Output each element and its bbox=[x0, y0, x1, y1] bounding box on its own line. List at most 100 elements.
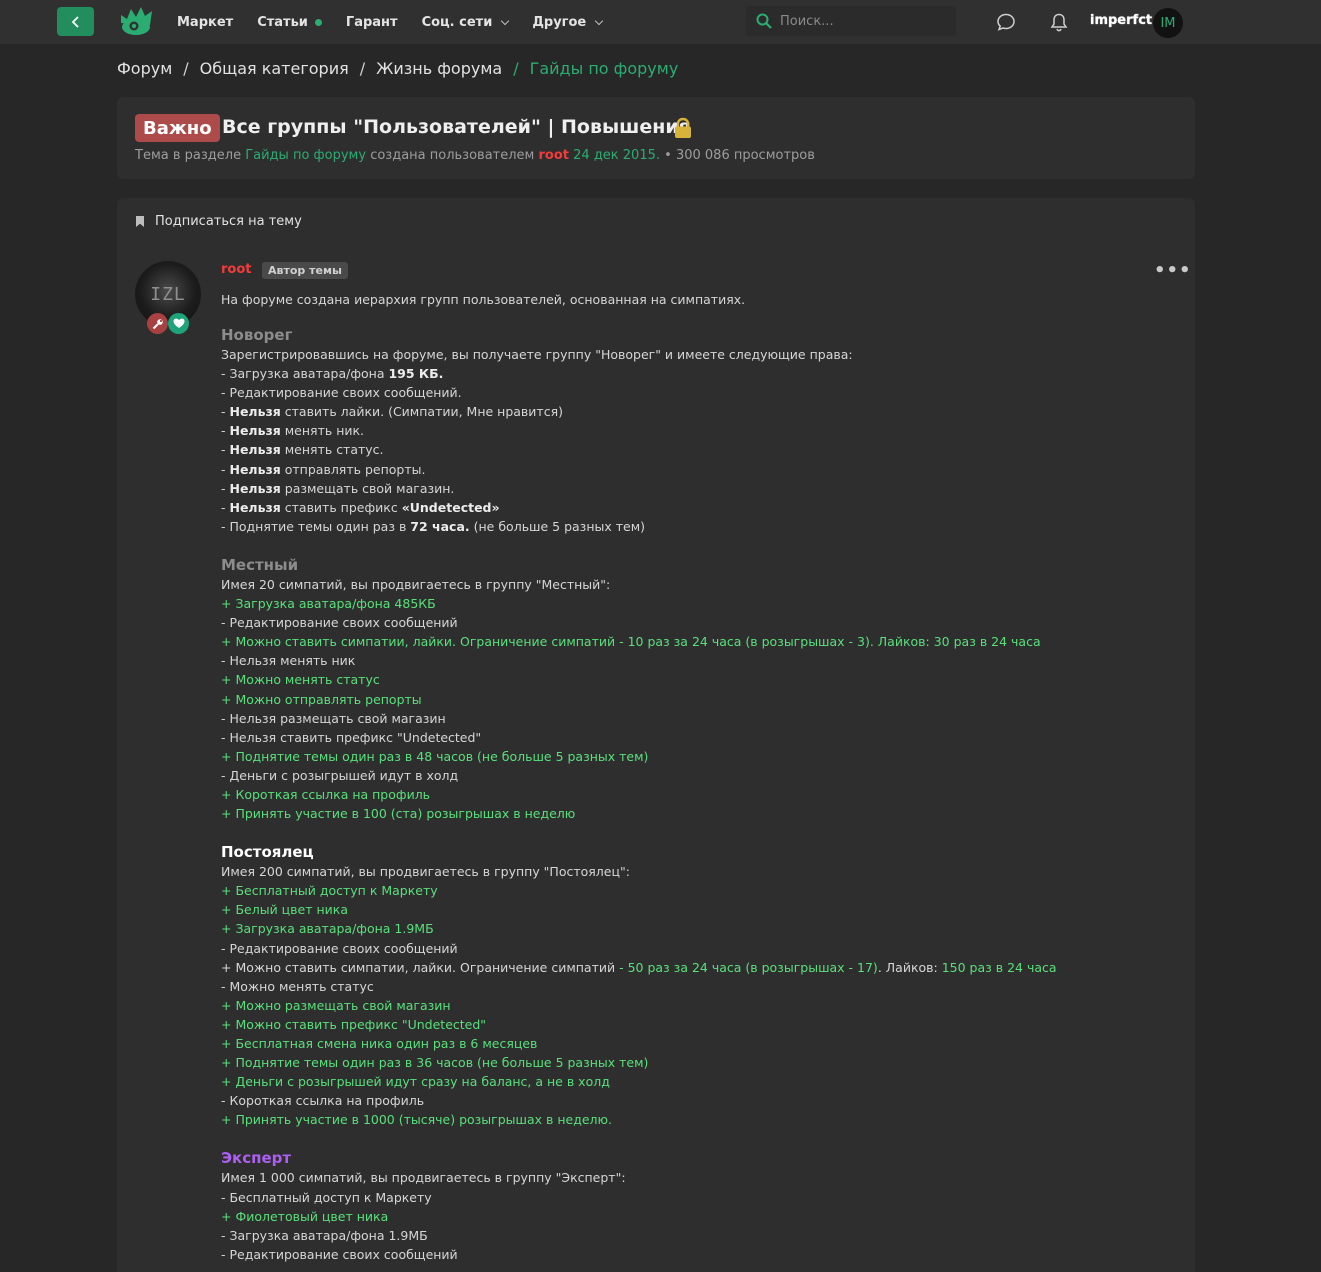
section-line: + Загрузка аватара/фона 485КБ bbox=[221, 594, 1181, 613]
search-box[interactable] bbox=[746, 6, 956, 36]
line-segment: + Принять участие в 1000 (тысяче) розыгр… bbox=[221, 1112, 613, 1128]
line-segment: «Undetected» bbox=[401, 499, 500, 515]
breadcrumb-forum-life[interactable]: Жизнь форума bbox=[376, 59, 502, 78]
section-line: + Можно размещать свой магазин bbox=[221, 996, 1181, 1015]
line-segment: + Загрузка аватара/фона 1.9МБ bbox=[221, 921, 434, 937]
section-line: + Принять участие в 100 (ста) розыгрышах… bbox=[221, 804, 1181, 823]
line-segment: - Редактирование своих сообщений bbox=[221, 615, 458, 631]
more-options-button[interactable]: ••• bbox=[1154, 260, 1192, 281]
search-input[interactable] bbox=[780, 13, 940, 29]
line-segment: + Можно размещать свой магазин bbox=[221, 997, 451, 1013]
wrench-badge bbox=[147, 313, 168, 334]
section-line: - Нельзя размещать свой магазин. bbox=[221, 479, 1181, 498]
section-line: + Можно ставить симпатии, лайки. Огранич… bbox=[221, 632, 1181, 651]
section-line: - Деньги с розыгрышей идут в холд bbox=[221, 766, 1181, 785]
breadcrumb-general-category[interactable]: Общая категория bbox=[200, 59, 349, 78]
bell-icon[interactable] bbox=[1049, 12, 1069, 32]
line-segment: ставить префикс bbox=[280, 499, 402, 515]
line-segment: - Поднятие темы один раз в bbox=[221, 518, 411, 534]
thread-views: • 300 086 просмотров bbox=[664, 148, 815, 163]
section-line: + Поднятие темы один раз в 36 часов (не … bbox=[221, 1053, 1181, 1072]
line-segment: + Можно ставить префикс "Undetected" bbox=[221, 1016, 487, 1032]
line-segment: + Загрузка аватара/фона 485КБ bbox=[221, 596, 436, 612]
author-badge: Автор темы bbox=[262, 262, 348, 279]
line-segment: Нельзя bbox=[229, 423, 281, 439]
section-line: + Можно отправлять репорты bbox=[221, 690, 1181, 709]
line-segment: + Поднятие темы один раз в 48 часов (не … bbox=[221, 748, 649, 764]
line-segment: - Бесплатный доступ к Маркету bbox=[221, 1189, 432, 1205]
top-bar: Маркет Статьи Гарант Соц. сети Другое im… bbox=[0, 0, 1321, 44]
nav-market[interactable]: Маркет bbox=[177, 15, 233, 30]
section-line: + Принять участие в 1000 (тысяче) розыгр… bbox=[221, 1110, 1181, 1129]
line-segment: - Редактирование своих сообщений bbox=[221, 940, 458, 956]
section-line: - Нельзя менять ник. bbox=[221, 421, 1181, 440]
post-content: На форуме создана иерархия групп пользов… bbox=[221, 290, 1181, 1264]
post-author-name[interactable]: root bbox=[221, 262, 252, 277]
nav-articles[interactable]: Статьи bbox=[257, 15, 322, 30]
bookmark-icon bbox=[136, 216, 144, 227]
chevron-down-icon bbox=[501, 16, 510, 25]
nav-social[interactable]: Соц. сети bbox=[422, 15, 510, 30]
important-badge: Важно bbox=[135, 114, 220, 142]
line-segment: - Редактирование своих сообщений bbox=[221, 1246, 458, 1262]
section-line: + Бесплатный доступ к Маркету bbox=[221, 881, 1181, 900]
section-line: + Загрузка аватара/фона 1.9МБ bbox=[221, 919, 1181, 938]
line-segment: - Нельзя ставить префикс "Undetected" bbox=[221, 729, 482, 745]
breadcrumb-forum-guides[interactable]: Гайды по форуму bbox=[530, 59, 679, 78]
username[interactable]: imperfct bbox=[1090, 13, 1152, 28]
section-line: - Нельзя менять статус. bbox=[221, 440, 1181, 459]
author-avatar[interactable]: IZL bbox=[135, 261, 201, 327]
line-segment: + Деньги с розыгрышей идут сразу на бала… bbox=[221, 1074, 610, 1090]
line-segment: - Загрузка аватара/фона bbox=[221, 366, 389, 382]
line-segment: менять статус. bbox=[280, 442, 384, 458]
section-line: + Можно менять статус bbox=[221, 670, 1181, 689]
section-heading: Постоялец bbox=[221, 843, 314, 862]
thread-meta: Тема в разделе Гайды по форуму создана п… bbox=[135, 148, 815, 163]
line-segment: + Можно отправлять репорты bbox=[221, 691, 422, 707]
thread-section-link[interactable]: Гайды по форуму bbox=[245, 148, 366, 163]
line-segment: + Короткая ссылка на профиль bbox=[221, 786, 431, 802]
back-arrow-icon bbox=[71, 15, 79, 28]
thread-date[interactable]: 24 дек 2015. bbox=[573, 148, 660, 163]
line-segment: 150 раз в 24 часа bbox=[941, 959, 1057, 975]
nav-other[interactable]: Другое bbox=[532, 15, 604, 30]
section-line: - Нельзя ставить лайки. (Симпатии, Мне н… bbox=[221, 402, 1181, 421]
nav-garant[interactable]: Гарант bbox=[346, 15, 398, 30]
section-line: Имея 20 симпатий, вы продвигаетесь в гру… bbox=[221, 575, 1181, 594]
line-segment: + Можно ставить симпатии, лайки. Огранич… bbox=[221, 959, 620, 975]
section-heading: Эксперт bbox=[221, 1149, 292, 1168]
section-line: + Бесплатная смена ника один раз в 6 мес… bbox=[221, 1034, 1181, 1053]
section-line: - Можно менять статус bbox=[221, 977, 1181, 996]
section-line: + Фиолетовый цвет ника bbox=[221, 1207, 1181, 1226]
heart-badge bbox=[168, 313, 189, 334]
section-line: + Можно ставить префикс "Undetected" bbox=[221, 1015, 1181, 1034]
line-segment: + Можно ставить симпатии, лайки. Огранич… bbox=[221, 634, 1041, 650]
wrench-icon bbox=[152, 318, 163, 329]
subscribe-button[interactable]: Подписаться на тему bbox=[135, 214, 302, 229]
main-nav: Маркет Статьи Гарант Соц. сети Другое bbox=[177, 0, 626, 44]
thread-author-link[interactable]: root bbox=[539, 148, 570, 163]
line-segment: отправлять репорты. bbox=[280, 461, 426, 477]
section-line: - Нельзя размещать свой магазин bbox=[221, 709, 1181, 728]
user-avatar[interactable]: IM bbox=[1153, 8, 1183, 38]
breadcrumb-forum[interactable]: Форум bbox=[117, 59, 172, 78]
back-button[interactable] bbox=[57, 7, 94, 36]
line-segment: - Редактирование своих сообщений. bbox=[221, 385, 462, 401]
line-segment: Нельзя bbox=[229, 442, 281, 458]
line-segment: Зарегистрировавшись на форуме, вы получа… bbox=[221, 347, 853, 362]
lock-icon bbox=[675, 117, 691, 138]
line-segment: - Загрузка аватара/фона 1.9МБ bbox=[221, 1227, 428, 1243]
section-line: - Нельзя ставить префикс "Undetected" bbox=[221, 728, 1181, 747]
section-line: - Нельзя отправлять репорты. bbox=[221, 460, 1181, 479]
section-line: - Поднятие темы один раз в 72 часа. (не … bbox=[221, 517, 1181, 536]
logo-icon[interactable] bbox=[118, 5, 154, 37]
breadcrumb-separator: / bbox=[183, 59, 189, 78]
heart-icon bbox=[173, 318, 184, 328]
line-segment: 72 часа. bbox=[410, 518, 470, 534]
line-segment: - Нельзя менять ник bbox=[221, 653, 356, 669]
section-line: - Короткая ссылка на профиль bbox=[221, 1091, 1181, 1110]
line-segment: + Бесплатный доступ к Маркету bbox=[221, 883, 438, 899]
search-icon bbox=[756, 13, 772, 29]
chevron-down-icon bbox=[594, 16, 604, 25]
chat-bubble-icon[interactable] bbox=[996, 12, 1016, 32]
